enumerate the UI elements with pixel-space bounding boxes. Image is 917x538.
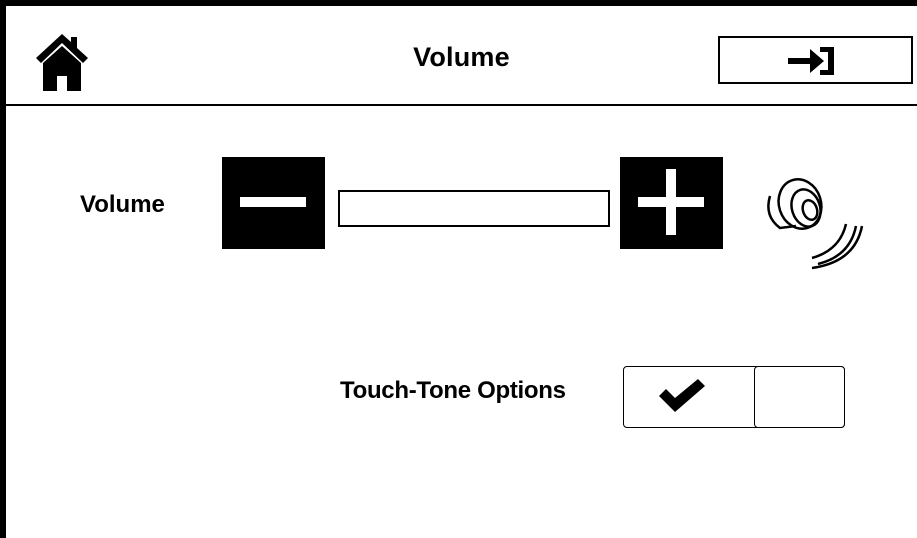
volume-label: Volume [80,191,165,218]
volume-increase-button[interactable] [620,157,723,249]
header-bar: Volume [6,6,917,106]
checkmark-icon [659,379,705,412]
exit-button[interactable] [718,36,913,84]
touch-tone-on-option[interactable] [624,367,755,427]
touch-tone-off-option[interactable] [754,366,845,428]
touch-tone-options-label: Touch-Tone Options [340,377,566,404]
sign-in-arrow-icon [788,47,834,75]
volume-slider[interactable] [338,190,610,227]
touch-tone-toggle [623,366,845,428]
speaker-icon [760,176,864,272]
plus-icon [638,169,704,235]
volume-decrease-button[interactable] [222,157,325,249]
minus-icon [240,197,306,207]
